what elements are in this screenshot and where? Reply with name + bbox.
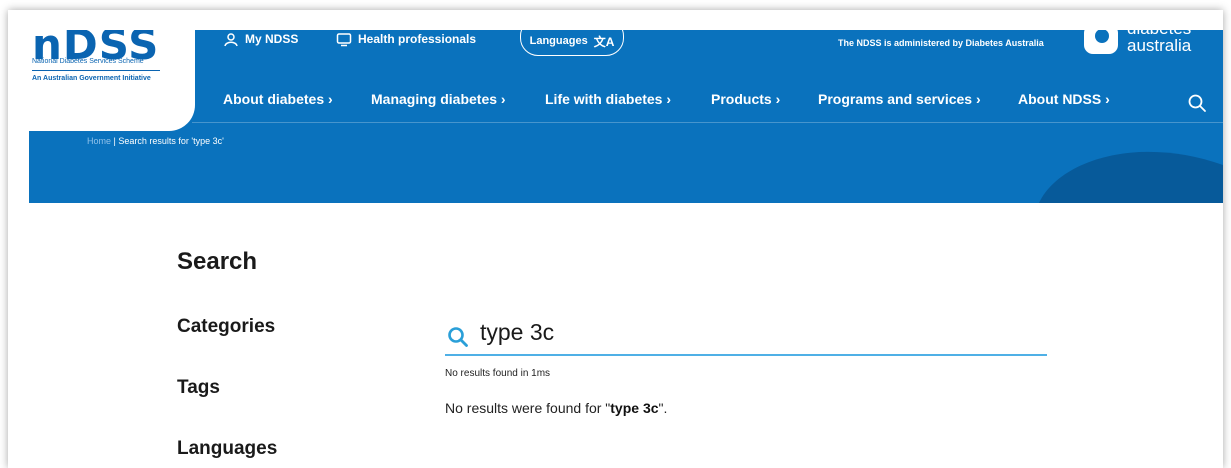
breadcrumb-home-link[interactable]: Home	[87, 136, 111, 146]
my-ndss-link[interactable]: My NDSS	[223, 30, 298, 50]
my-ndss-label: My NDSS	[245, 32, 299, 46]
no-results-query: type 3c	[610, 400, 659, 416]
partner-logo-word2: australia	[1127, 36, 1192, 55]
result-count-text: No results found in 1ms	[445, 368, 551, 379]
browser-viewport: nDSS National Diabetes Services Scheme A…	[8, 10, 1223, 468]
filter-heading-tags[interactable]: Tags	[177, 377, 220, 399]
no-results-message: No results were found for "type 3c".	[445, 400, 667, 416]
site-header: nDSS National Diabetes Services Scheme A…	[29, 30, 1223, 203]
nav-item-life-with-diabetes[interactable]: Life with diabetes ›	[545, 91, 671, 107]
nav-item-managing-diabetes[interactable]: Managing diabetes ›	[371, 91, 506, 107]
nav-divider	[192, 122, 1223, 123]
search-field	[445, 312, 1047, 356]
administered-by-text: The NDSS is administered by Diabetes Aus…	[838, 38, 1044, 48]
breadcrumb: Home | Search results for 'type 3c'	[87, 136, 224, 146]
nav-item-about-diabetes[interactable]: About diabetes ›	[223, 91, 333, 107]
logo-divider	[32, 70, 160, 71]
health-professionals-label: Health professionals	[358, 32, 477, 46]
monitor-icon	[336, 33, 352, 47]
nav-item-programs-and-services[interactable]: Programs and services ›	[818, 91, 981, 107]
search-icon	[448, 327, 468, 347]
nav-item-about-ndss[interactable]: About NDSS ›	[1018, 91, 1110, 107]
translate-icon: 文A	[593, 34, 615, 49]
health-professionals-link[interactable]: Health professionals	[336, 30, 476, 50]
no-results-suffix: ".	[658, 400, 668, 416]
logo-tagline: An Australian Government Initiative	[32, 75, 151, 82]
page-title: Search	[177, 248, 258, 275]
diabetes-australia-logo-icon	[1084, 30, 1118, 54]
filter-heading-categories[interactable]: Categories	[177, 316, 275, 338]
breadcrumb-current: Search results for 'type 3c'	[118, 136, 224, 146]
languages-label: Languages	[529, 35, 588, 47]
filter-heading-languages[interactable]: Languages	[177, 438, 277, 460]
search-input[interactable]	[480, 314, 1020, 350]
nav-item-products[interactable]: Products ›	[711, 91, 780, 107]
search-icon[interactable]	[1187, 93, 1207, 113]
no-results-prefix: No results were found for "	[445, 400, 611, 416]
main-navigation: About diabetes › Managing diabetes › Lif…	[29, 87, 1223, 117]
user-icon	[224, 33, 238, 47]
logo-subtitle: National Diabetes Services Scheme	[32, 58, 144, 65]
languages-button[interactable]: Languages 文A	[520, 30, 624, 56]
